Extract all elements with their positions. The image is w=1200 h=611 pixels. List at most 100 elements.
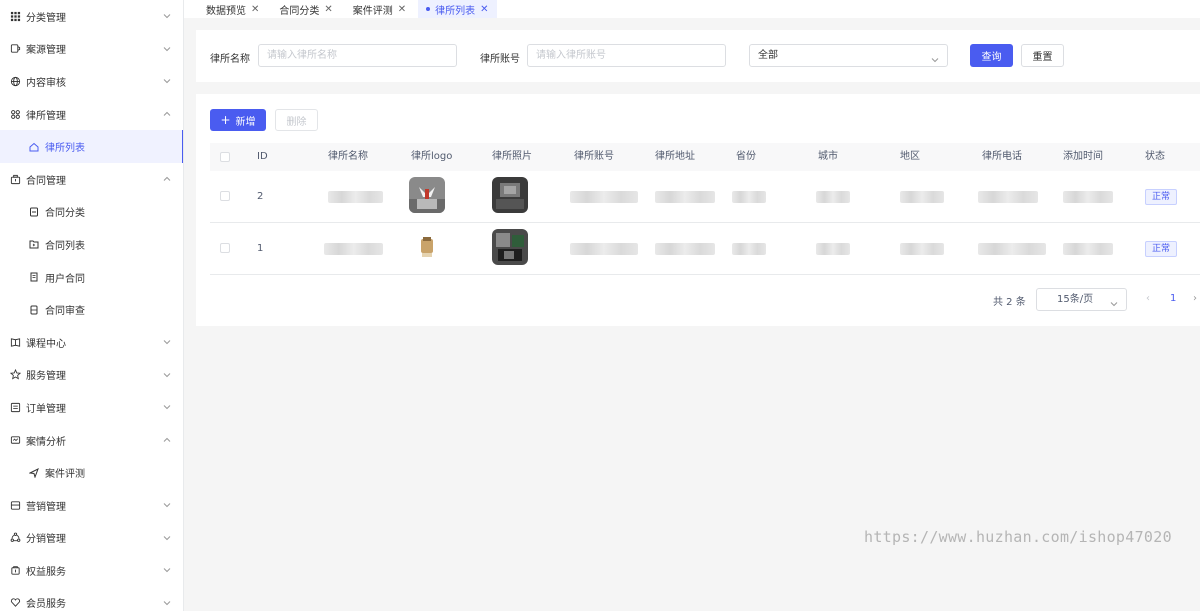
folder-icon <box>28 238 40 250</box>
sidebar-subitem-contract-category[interactable]: 合同分类 <box>0 196 183 229</box>
sidebar-item-label: 服务管理 <box>26 371 66 383</box>
sidebar-item-member[interactable]: 会员服务 <box>0 587 183 611</box>
doc-icon <box>28 271 40 283</box>
blurred-district <box>900 243 944 255</box>
tab-label: 案件评测 <box>352 5 393 17</box>
column-header: 律所账号 <box>574 151 614 162</box>
column-header: 地区 <box>900 151 920 162</box>
column-header: 省份 <box>736 151 756 162</box>
chevron-down-icon <box>163 77 171 85</box>
select-all-checkbox[interactable] <box>220 152 230 162</box>
row-id: 1 <box>257 243 264 254</box>
column-header: 律所照片 <box>492 151 532 162</box>
sidebar-item-contract[interactable]: 合同管理 <box>0 163 183 196</box>
case-icon <box>9 43 21 55</box>
tab-label: 律所列表 <box>435 5 476 17</box>
chevron-up-icon <box>163 175 171 183</box>
close-icon[interactable]: ✕ <box>480 4 488 15</box>
sidebar-subitem-label: 合同审查 <box>45 306 85 318</box>
sidebar-item-label: 内容审核 <box>26 77 66 89</box>
close-icon[interactable]: ✕ <box>324 4 332 15</box>
table-row[interactable]: 1 正常 <box>210 223 1200 275</box>
lawfirm-account-label: 律所账号 <box>480 54 520 65</box>
status-select-value: 全部 <box>758 50 778 61</box>
sidebar-item-label: 权益服务 <box>26 566 66 578</box>
close-icon[interactable]: ✕ <box>251 4 259 15</box>
status-select[interactable]: 全部 <box>749 44 948 67</box>
sidebar-item-service[interactable]: 服务管理 <box>0 359 183 392</box>
reset-button[interactable]: 重置 <box>1021 44 1064 67</box>
tab-lawfirm-list[interactable]: 律所列表 ✕ <box>418 0 497 18</box>
page-size-select[interactable]: 15条/页 <box>1036 288 1127 311</box>
row-checkbox[interactable] <box>220 243 230 253</box>
blurred-phone <box>978 243 1046 255</box>
sidebar-item-rights[interactable]: 权益服务 <box>0 554 183 587</box>
tab-case-eval[interactable]: 案件评测 ✕ <box>345 0 414 18</box>
column-header: 律所电话 <box>982 151 1022 162</box>
sidebar-item-marketing[interactable]: 营销管理 <box>0 489 183 522</box>
page-number[interactable]: 1 <box>1170 293 1176 304</box>
sidebar-subitem-contract-review[interactable]: 合同审查 <box>0 293 183 326</box>
row-id: 2 <box>257 191 264 202</box>
sidebar-item-label: 营销管理 <box>26 501 66 513</box>
status-badge: 正常 <box>1145 241 1178 257</box>
lawfirm-logo-image[interactable] <box>409 177 445 213</box>
sidebar-subitem-lawfirm-list[interactable]: 律所列表 <box>0 130 183 163</box>
sidebar-subitem-contract-list[interactable]: 合同列表 <box>0 228 183 261</box>
sidebar-subitem-label: 案件评测 <box>45 469 85 481</box>
lawfirm-account-input[interactable]: 请输入律所账号 <box>527 44 726 67</box>
blurred-account <box>570 243 638 255</box>
sidebar-item-course[interactable]: 课程中心 <box>0 326 183 359</box>
tab-contract-category[interactable]: 合同分类 ✕ <box>271 0 340 18</box>
table-row[interactable]: 2 正常 <box>210 171 1200 223</box>
column-header: 律所logo <box>411 151 453 162</box>
blurred-name <box>328 191 383 203</box>
sidebar-item-order[interactable]: 订单管理 <box>0 391 183 424</box>
chevron-down-icon <box>163 45 171 53</box>
sidebar-item-lawfirm[interactable]: 律所管理 <box>0 98 183 131</box>
tab-label: 数据预览 <box>206 5 246 17</box>
sidebar-item-category[interactable]: 分类管理 <box>0 0 183 33</box>
sidebar-item-label: 案情分析 <box>26 436 66 448</box>
lawfirm-logo-image[interactable] <box>409 229 445 265</box>
close-icon[interactable]: ✕ <box>398 4 406 15</box>
list-icon <box>9 401 21 413</box>
sidebar-item-distribution[interactable]: 分销管理 <box>0 522 183 555</box>
table-panel: + 新增 删除 ID 律所名称 律所logo 律所照片 律所账号 律所地址 省份… <box>196 94 1200 326</box>
column-header: 状态 <box>1145 151 1165 162</box>
status-badge: 正常 <box>1145 189 1178 205</box>
lawfirm-photo-image[interactable] <box>492 229 528 265</box>
chevron-up-icon <box>163 436 171 444</box>
table-header: ID 律所名称 律所logo 律所照片 律所账号 律所地址 省份 城市 地区 律… <box>210 143 1200 171</box>
chevron-down-icon <box>163 12 171 20</box>
sidebar-item-review[interactable]: 内容审核 <box>0 65 183 98</box>
sidebar-item-analysis[interactable]: 案情分析 <box>0 424 183 457</box>
store-icon <box>9 499 21 511</box>
row-checkbox[interactable] <box>220 191 230 201</box>
column-header: 律所地址 <box>655 151 695 162</box>
sidebar-subitem-label: 用户合同 <box>45 273 85 285</box>
tab-data-preview[interactable]: 数据预览 ✕ <box>198 0 267 18</box>
share-icon <box>9 532 21 544</box>
column-header: 律所名称 <box>328 151 368 162</box>
lawfirm-name-input[interactable]: 请输入律所名称 <box>258 44 457 67</box>
blurred-address <box>655 191 715 203</box>
column-header: 城市 <box>818 151 838 162</box>
lawfirm-name-label: 律所名称 <box>210 54 250 65</box>
shield-icon <box>9 564 21 576</box>
query-button[interactable]: 查询 <box>970 44 1013 67</box>
prev-page-icon[interactable]: ‹ <box>1146 293 1156 304</box>
chevron-down-icon <box>931 51 939 63</box>
sidebar-subitem-user-contract[interactable]: 用户合同 <box>0 261 183 294</box>
sidebar: 分类管理 案源管理 内容审核 律所管理 律所列表 合同管理 合同分类 合同列表 … <box>0 0 184 611</box>
blurred-province <box>732 243 766 255</box>
add-button[interactable]: + 新增 <box>210 109 266 131</box>
next-page-icon[interactable]: › <box>1193 293 1200 304</box>
lawfirm-photo-image[interactable] <box>492 177 528 213</box>
column-header: ID <box>257 151 268 162</box>
chevron-down-icon <box>163 371 171 379</box>
sidebar-subitem-case-eval[interactable]: 案件评测 <box>0 456 183 489</box>
send-icon <box>28 467 40 479</box>
delete-button[interactable]: 删除 <box>275 109 318 131</box>
sidebar-item-case[interactable]: 案源管理 <box>0 33 183 66</box>
